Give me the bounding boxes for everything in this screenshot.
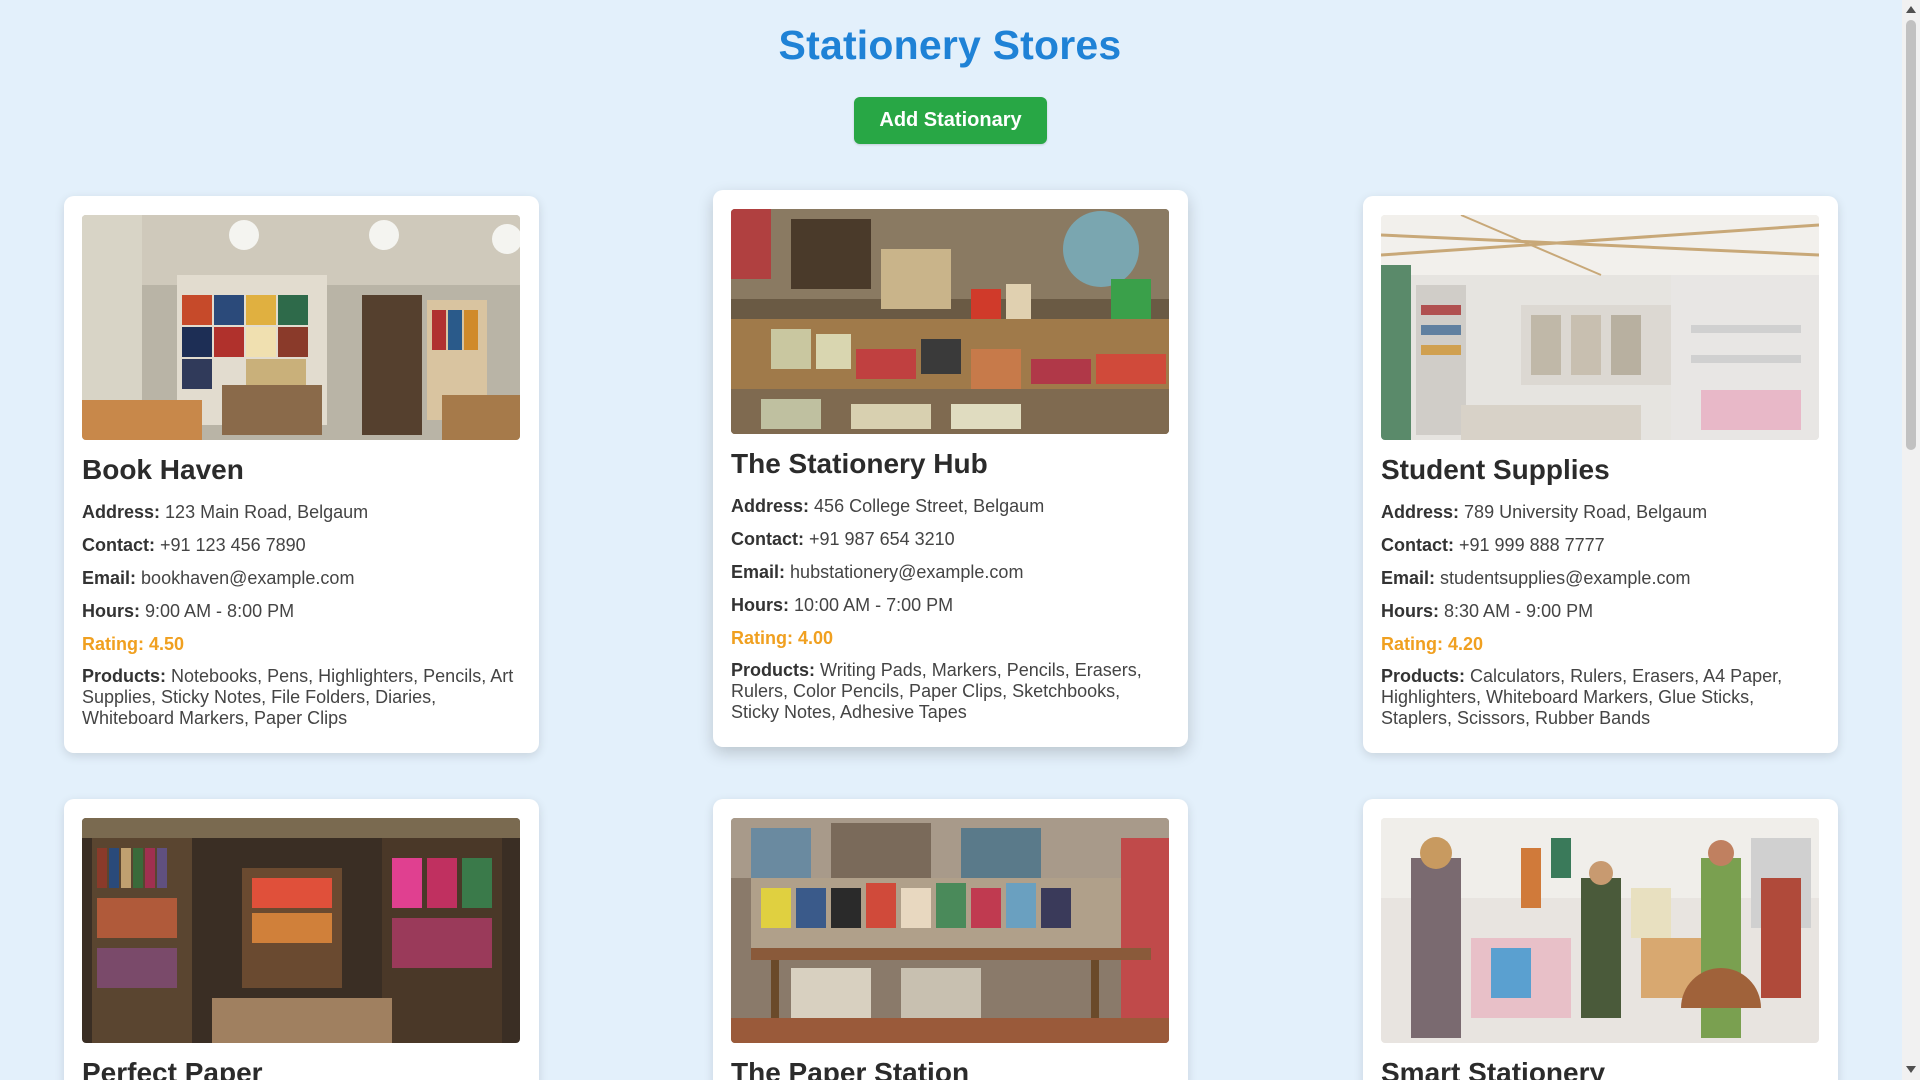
store-name: The Paper Station (731, 1057, 970, 1080)
address-label: Address: (1381, 502, 1460, 522)
store-address: Address: 123 Main Road, Belgaum (82, 501, 521, 523)
page-viewport: Stationery Stores Add Stationary Book Ha… (0, 0, 1902, 1080)
store-products: Products: Writing Pads, Markers, Pencils… (731, 660, 1170, 723)
store-image (1381, 215, 1819, 440)
store-card: Perfect Paper (64, 799, 539, 1080)
store-rating: Rating: 4.00 (731, 628, 834, 648)
email-label: Email: (1381, 568, 1436, 588)
store-address: Address: 456 College Street, Belgaum (731, 495, 1170, 517)
hours-value: 10:00 AM - 7:00 PM (794, 595, 954, 615)
store-name: Perfect Paper (82, 1057, 263, 1080)
store-card: Student Supplies Address: 789 University… (1363, 196, 1838, 753)
store-image (82, 215, 520, 440)
address-label: Address: (731, 496, 810, 516)
store-name: Smart Stationery (1381, 1057, 1606, 1080)
store-contact: Contact: +91 999 888 7777 (1381, 534, 1820, 556)
add-stationary-button[interactable]: Add Stationary (854, 97, 1047, 144)
scroll-down-arrow-icon[interactable] (1906, 1066, 1916, 1073)
store-card: The Stationery Hub Address: 456 College … (713, 190, 1188, 747)
store-products: Products: Notebooks, Pens, Highlighters,… (82, 666, 521, 729)
store-image (1381, 818, 1819, 1043)
hours-value: 8:30 AM - 9:00 PM (1444, 601, 1594, 621)
page-title: Stationery Stores (778, 22, 1122, 68)
products-label: Products: (1381, 666, 1466, 686)
scrollbar-thumb[interactable] (1906, 20, 1916, 450)
store-name: Student Supplies (1381, 454, 1610, 485)
store-card: Book Haven Address: 123 Main Road, Belga… (64, 196, 539, 753)
contact-value: +91 123 456 7890 (160, 535, 306, 555)
products-label: Products: (82, 666, 167, 686)
email-label: Email: (731, 562, 786, 582)
store-name: Book Haven (82, 454, 244, 485)
address-value: 456 College Street, Belgaum (814, 496, 1045, 516)
store-card: Smart Stationery (1363, 799, 1838, 1080)
hours-label: Hours: (731, 595, 789, 615)
store-rating: Rating: 4.20 (1381, 634, 1484, 654)
scroll-up-arrow-icon[interactable] (1906, 6, 1916, 13)
products-label: Products: (731, 660, 816, 680)
contact-value: +91 999 888 7777 (1459, 535, 1605, 555)
store-email: Email: studentsupplies@example.com (1381, 567, 1820, 589)
contact-value: +91 987 654 3210 (809, 529, 955, 549)
hours-label: Hours: (1381, 601, 1439, 621)
contact-label: Contact: (82, 535, 155, 555)
email-value: bookhaven@example.com (141, 568, 355, 588)
store-image (731, 209, 1169, 434)
store-email: Email: bookhaven@example.com (82, 567, 521, 589)
address-value: 123 Main Road, Belgaum (165, 502, 369, 522)
hours-label: Hours: (82, 601, 140, 621)
store-contact: Contact: +91 123 456 7890 (82, 534, 521, 556)
store-hours: Hours: 8:30 AM - 9:00 PM (1381, 600, 1820, 622)
email-label: Email: (82, 568, 137, 588)
vertical-scrollbar[interactable] (1902, 0, 1920, 1080)
store-products: Products: Calculators, Rulers, Erasers, … (1381, 666, 1820, 729)
store-hours: Hours: 10:00 AM - 7:00 PM (731, 594, 1170, 616)
store-card: The Paper Station (713, 799, 1188, 1080)
address-value: 789 University Road, Belgaum (1464, 502, 1708, 522)
email-value: studentsupplies@example.com (1440, 568, 1691, 588)
store-name: The Stationery Hub (731, 448, 988, 479)
address-label: Address: (82, 502, 161, 522)
store-contact: Contact: +91 987 654 3210 (731, 528, 1170, 550)
email-value: hubstationery@example.com (790, 562, 1024, 582)
store-image (82, 818, 520, 1043)
hours-value: 9:00 AM - 8:00 PM (145, 601, 295, 621)
store-rating: Rating: 4.50 (82, 634, 185, 654)
store-hours: Hours: 9:00 AM - 8:00 PM (82, 600, 521, 622)
store-image (731, 818, 1169, 1043)
store-address: Address: 789 University Road, Belgaum (1381, 501, 1820, 523)
store-email: Email: hubstationery@example.com (731, 561, 1170, 583)
contact-label: Contact: (731, 529, 804, 549)
contact-label: Contact: (1381, 535, 1454, 555)
